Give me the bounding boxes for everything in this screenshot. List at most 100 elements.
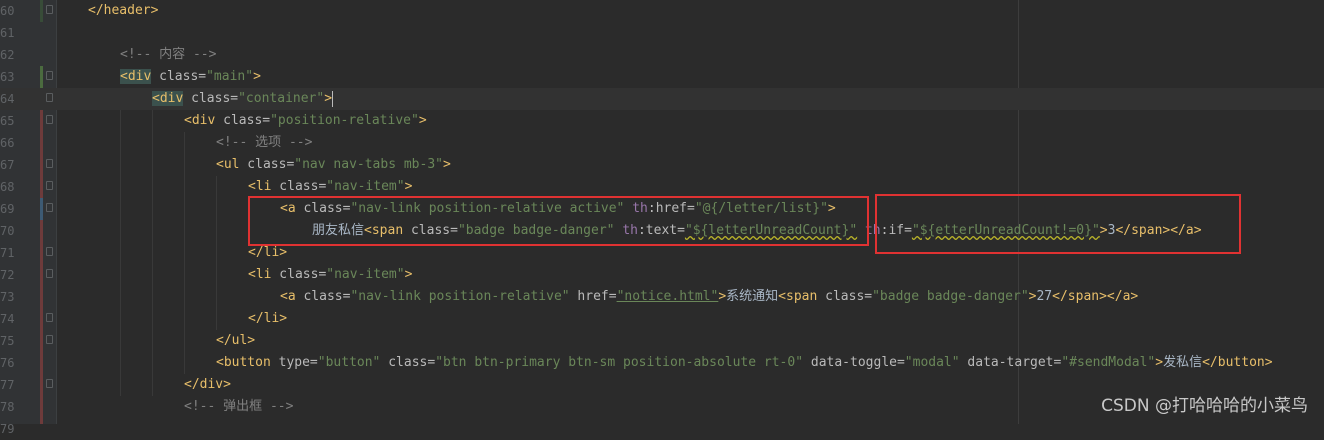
code-line[interactable]: 64 <div class="container"> <box>0 88 1324 110</box>
fold-toggle-icon[interactable] <box>46 181 53 190</box>
code-token: </span></a> <box>1052 289 1139 304</box>
code-line[interactable]: 76 <button type="button" class="btn btn-p… <box>0 352 1324 374</box>
line-number: 66 <box>0 136 14 150</box>
code-token: <li <box>248 267 272 282</box>
code-token: > <box>718 289 727 304</box>
code-line[interactable]: 65 <div class="position-relative"> <box>0 110 1324 132</box>
fold-toggle-icon[interactable] <box>46 247 53 256</box>
code-token: "container" <box>238 91 325 106</box>
code-token: class= <box>271 267 327 282</box>
line-number: 65 <box>0 114 14 128</box>
code-token: "notice.html" <box>616 289 719 304</box>
code-token: > <box>1155 355 1164 370</box>
code-token: <!-- 内容 --> <box>120 47 217 62</box>
code-token: <ul <box>216 157 240 172</box>
line-number: 63 <box>0 70 14 84</box>
code-token: > <box>404 267 413 282</box>
fold-toggle-icon[interactable] <box>46 71 53 80</box>
code-token: "position-relative" <box>270 113 419 128</box>
code-text: <!-- 弹出框 --> <box>184 396 293 418</box>
code-token: "btn btn-primary btn-sm position-absolut… <box>435 355 804 370</box>
code-text: <div class="container"> <box>152 88 334 110</box>
code-token: data-target= <box>959 355 1062 370</box>
code-token: class= <box>183 91 239 106</box>
code-text: </header> <box>88 0 158 22</box>
code-line[interactable]: 79 <box>0 418 1324 440</box>
code-token: 系统通知 <box>726 289 779 304</box>
code-token: <button <box>216 355 271 370</box>
code-text: <!-- 内容 --> <box>120 44 216 66</box>
code-token: <li <box>248 179 272 194</box>
code-line[interactable]: 75 </ul> <box>0 330 1324 352</box>
code-token: > <box>418 113 427 128</box>
code-token: "nav-item" <box>326 267 405 282</box>
watermark: CSDN @打哈哈哈的小菜鸟 <box>1101 396 1308 416</box>
fold-toggle-icon[interactable] <box>46 115 53 124</box>
fold-toggle-icon[interactable] <box>46 379 53 388</box>
fold-toggle-icon[interactable] <box>46 5 53 14</box>
line-number: 73 <box>0 290 14 304</box>
fold-toggle-icon[interactable] <box>46 313 53 322</box>
code-token: <a <box>280 289 296 304</box>
code-token: type= <box>270 355 318 370</box>
highlight-box-left <box>248 196 869 246</box>
code-line[interactable]: 72 <li class="nav-item"> <box>0 264 1324 286</box>
fold-toggle-icon[interactable] <box>46 159 53 168</box>
line-number: 68 <box>0 180 14 194</box>
code-token: </li> <box>248 245 288 260</box>
code-line[interactable]: 60 </header> <box>0 0 1324 22</box>
code-text: <a class="nav-link position-relative" hr… <box>280 286 1138 308</box>
code-text: <button type="button" class="btn btn-pri… <box>216 352 1273 374</box>
fold-toggle-icon[interactable] <box>46 93 53 102</box>
line-number: 76 <box>0 356 14 370</box>
code-token: > <box>404 179 413 194</box>
code-text: </ul> <box>216 330 255 352</box>
code-text: <li class="nav-item"> <box>248 176 412 198</box>
code-token: class= <box>295 289 351 304</box>
fold-toggle-icon[interactable] <box>46 203 53 212</box>
text-caret <box>332 90 334 107</box>
code-token: <div <box>152 91 184 106</box>
code-token: 发私信 <box>1163 355 1203 370</box>
code-token: "nav nav-tabs mb-3" <box>294 157 443 172</box>
fold-toggle-icon[interactable] <box>46 335 53 344</box>
line-number: 72 <box>0 268 14 282</box>
code-text: <div class="main"> <box>120 66 261 88</box>
code-text: <div class="position-relative"> <box>184 110 427 132</box>
code-token: "main" <box>206 69 254 84</box>
code-line[interactable]: 61 <box>0 22 1324 44</box>
line-number: 69 <box>0 202 14 216</box>
line-number: 77 <box>0 378 14 392</box>
highlight-box-right <box>875 194 1241 254</box>
code-line[interactable]: 73 <a class="nav-link position-relative" … <box>0 286 1324 308</box>
code-token: 27 <box>1036 289 1053 304</box>
code-token: <div <box>120 69 152 84</box>
code-line[interactable]: 74 </li> <box>0 308 1324 330</box>
code-token: "badge badge-danger" <box>872 289 1029 304</box>
code-text: </div> <box>184 374 231 396</box>
code-token: </ul> <box>216 333 256 348</box>
code-token: </header> <box>88 3 159 18</box>
code-token: </button> <box>1202 355 1273 370</box>
code-token: > <box>443 157 451 172</box>
code-token: "#sendModal" <box>1061 355 1156 370</box>
code-token: > <box>324 91 333 106</box>
code-text: <!-- 选项 --> <box>216 132 312 154</box>
code-token: <!-- 弹出框 --> <box>184 399 294 414</box>
code-token: </li> <box>248 311 288 326</box>
code-token: "button" <box>317 355 381 370</box>
line-number: 71 <box>0 246 14 260</box>
code-token: data-toggle= <box>803 355 905 370</box>
code-token: href= <box>569 289 617 304</box>
code-line[interactable]: 63 <div class="main"> <box>0 66 1324 88</box>
line-number: 64 <box>0 92 14 106</box>
line-number: 61 <box>0 26 14 40</box>
code-token: class= <box>151 69 207 84</box>
fold-toggle-icon[interactable] <box>46 269 53 278</box>
code-line[interactable]: 67 <ul class="nav nav-tabs mb-3"> <box>0 154 1324 176</box>
code-text: </li> <box>248 308 287 330</box>
code-line[interactable]: 66 <!-- 选项 --> <box>0 132 1324 154</box>
code-token: <!-- 选项 --> <box>216 135 313 150</box>
code-line[interactable]: 62 <!-- 内容 --> <box>0 44 1324 66</box>
code-token: "nav-link position-relative" <box>350 289 570 304</box>
